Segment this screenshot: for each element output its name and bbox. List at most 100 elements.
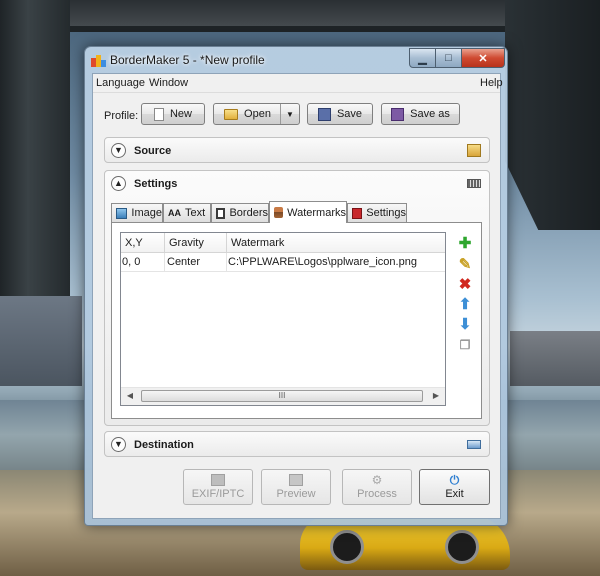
column-header-gravity[interactable]: Gravity [169,237,204,249]
destination-title: Destination [134,439,194,451]
add-icon[interactable]: ✚ [457,236,473,252]
settings-panel: ▲ Settings Image AA Text Borders Waterma… [104,170,490,426]
menu-bar: Language Window Help [93,74,503,93]
preview-button[interactable]: Preview [261,469,331,505]
minimize-icon: ▁ [418,52,427,65]
settings-title: Settings [134,178,178,190]
toolbox-icon [352,207,363,219]
bordermaker-window: BorderMaker 5 - *New profile ▁ □ ✕ Langu… [84,46,508,526]
move-up-icon[interactable]: ⬆ [457,297,473,313]
wallpaper-car-wheel [330,530,364,564]
source-panel-header[interactable]: ▼ Source [105,138,489,164]
tab-watermarks-label: Watermarks [287,206,346,219]
horizontal-scrollbar[interactable]: ◀ III ▶ [121,387,445,405]
close-button[interactable]: ✕ [461,48,505,68]
preview-label: Preview [276,488,316,500]
tab-text[interactable]: AA Text [163,203,211,222]
open-dropdown-arrow-icon[interactable]: ▼ [280,104,299,124]
image-icon [116,207,128,219]
save-label: Save [336,108,363,120]
minimize-button[interactable]: ▁ [409,48,436,68]
exit-button[interactable]: ⏻ Exit [419,469,490,505]
open-folder-icon [224,108,239,120]
new-profile-button[interactable]: New [141,103,205,125]
cell-separator [164,253,165,271]
tab-image-label: Image [131,207,162,219]
app-logo-icon [91,53,106,67]
settings-grid-icon [467,179,481,188]
source-panel: ▼ Source [104,137,490,163]
scroll-right-icon[interactable]: ▶ [430,391,442,402]
menu-help[interactable]: Help [480,77,503,89]
maximize-icon: □ [445,52,452,64]
tab-settings-label: Settings [366,207,406,219]
column-separator[interactable] [164,233,165,252]
tab-borders[interactable]: Borders [211,203,269,222]
column-header-xy[interactable]: X,Y [125,237,143,249]
tab-watermarks[interactable]: Watermarks [269,201,347,223]
process-gear-icon: ⚙ [371,473,383,487]
destination-drive-icon [467,440,481,449]
tab-text-label: Text [185,207,206,219]
table-row[interactable]: 0, 0 Center C:\PPLWARE\Logos\pplware_ico… [121,253,445,272]
window-title: BorderMaker 5 - *New profile [110,53,265,67]
cell-gravity: Center [167,256,201,268]
destination-panel-header[interactable]: ▼ Destination [105,432,489,458]
cell-xy: 0, 0 [122,256,141,268]
copy-icon[interactable]: ❐ [457,337,473,353]
source-title: Source [134,145,172,157]
destination-panel: ▼ Destination [104,431,490,457]
wallpaper-skyline [0,296,82,386]
column-separator[interactable] [226,233,227,252]
menu-window[interactable]: Window [149,77,188,89]
wallpaper-skyline-right [510,331,600,386]
edit-pencil-icon[interactable]: ✎ [457,257,473,273]
save-as-label: Save as [410,108,450,120]
new-label: New [169,108,192,120]
save-disk-icon [317,107,331,121]
wallpaper-car-wheel [445,530,479,564]
source-folder-icon [467,144,481,157]
open-profile-button[interactable]: Open ▼ [213,103,300,125]
save-as-disk-icon [391,107,405,121]
exif-label: EXIF/IPTC [191,488,245,500]
save-as-profile-button[interactable]: Save as [381,103,460,125]
wallpaper-bridge-tower [0,0,70,330]
close-icon: ✕ [478,52,488,65]
exif-iptc-button[interactable]: EXIF/IPTC [183,469,253,505]
window-client-area: Language Window Help Profile: New Open ▼… [92,73,503,519]
scrollbar-thumb[interactable]: III [141,390,423,402]
tab-settings[interactable]: Settings [347,203,407,222]
cell-separator [226,253,227,271]
profile-label: Profile: [104,110,139,122]
column-header-watermark[interactable]: Watermark [231,237,284,249]
scroll-left-icon[interactable]: ◀ [124,391,136,402]
exif-icon [211,474,225,486]
power-icon: ⏻ [449,473,460,487]
process-button[interactable]: ⚙ Process [342,469,412,505]
move-down-icon[interactable]: ⬇ [457,317,473,333]
expand-chevron-icon[interactable]: ▼ [111,143,126,158]
tab-borders-label: Borders [229,207,268,219]
menu-language[interactable]: Language [96,77,145,89]
exit-label: Exit [445,488,464,500]
collapse-chevron-icon[interactable]: ▲ [111,176,126,191]
borders-icon [216,207,226,219]
delete-icon[interactable]: ✖ [457,277,473,293]
preview-monitor-icon [289,474,303,486]
new-document-icon [153,107,164,121]
open-label: Open [244,108,271,120]
tab-image[interactable]: Image [111,203,163,222]
watermark-stamp-icon [274,207,284,218]
title-bar[interactable]: BorderMaker 5 - *New profile ▁ □ ✕ [85,47,507,73]
watermark-list[interactable]: X,Y Gravity Watermark 0, 0 Center C:\PPL… [120,232,446,406]
settings-panel-header[interactable]: ▲ Settings [105,171,489,197]
watermarks-tab-content: X,Y Gravity Watermark 0, 0 Center C:\PPL… [111,222,482,419]
save-profile-button[interactable]: Save [307,103,373,125]
maximize-button[interactable]: □ [435,48,462,68]
process-label: Process [357,488,397,500]
cell-watermark-path: C:\PPLWARE\Logos\pplware_icon.png [228,256,417,268]
expand-chevron-icon[interactable]: ▼ [111,437,126,452]
watermark-list-header: X,Y Gravity Watermark [121,233,445,253]
text-icon: AA [168,208,181,218]
